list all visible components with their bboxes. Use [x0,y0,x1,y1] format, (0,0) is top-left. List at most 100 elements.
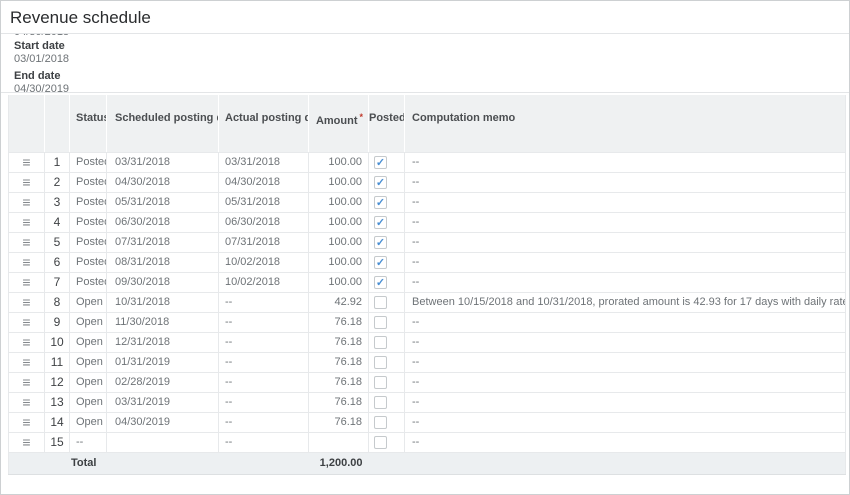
start-date-label: Start date [14,40,849,52]
drag-handle-icon[interactable]: ≡ [22,295,30,309]
drag-handle-icon[interactable]: ≡ [22,275,30,289]
scheduled-date-cell: 04/30/2018 [107,172,219,192]
drag-handle-icon[interactable]: ≡ [22,435,30,449]
posted-checkbox-unchecked[interactable] [374,316,387,329]
posted-checkbox-unchecked[interactable] [374,376,387,389]
amount-cell: 100.00 [309,272,369,292]
actual-date-cell: 04/30/2018 [219,172,309,192]
posted-cell: ✓ [369,152,405,172]
scheduled-date-cell: 08/31/2018 [107,252,219,272]
status-cell: Posted [70,212,107,232]
drag-cell: ≡ [9,272,45,292]
column-header-actual: Actual posting date [219,95,309,152]
line-number-cell: 1 [45,152,70,172]
status-cell: Open [70,352,107,372]
drag-handle-icon[interactable]: ≡ [22,215,30,229]
amount-cell: 76.18 [309,332,369,352]
posted-checkbox-checked[interactable]: ✓ [374,236,387,249]
column-header-scheduled: Scheduled posting date [107,95,219,152]
table-row: ≡5Posted07/31/201807/31/2018100.00✓-- [9,232,846,252]
posted-checkbox-checked[interactable]: ✓ [374,176,387,189]
posted-cell [369,352,405,372]
drag-handle-icon[interactable]: ≡ [22,415,30,429]
scheduled-date-cell: 11/30/2018 [107,312,219,332]
drag-handle-icon[interactable]: ≡ [22,235,30,249]
computation-memo-cell: -- [405,372,846,392]
drag-handle-icon[interactable]: ≡ [22,195,30,209]
posted-cell: ✓ [369,192,405,212]
title-bar: Revenue schedule [1,1,849,34]
amount-cell: 76.18 [309,392,369,412]
drag-handle-icon[interactable]: ≡ [22,335,30,349]
drag-cell: ≡ [9,352,45,372]
scheduled-date-cell: 09/30/2018 [107,272,219,292]
status-cell: Open [70,292,107,312]
posted-checkbox-unchecked[interactable] [374,296,387,309]
posted-checkbox-unchecked[interactable] [374,416,387,429]
drag-handle-icon[interactable]: ≡ [22,155,30,169]
table-row: ≡9Open11/30/2018--76.18-- [9,312,846,332]
amount-cell: 100.00 [309,212,369,232]
posted-cell: ✓ [369,252,405,272]
drag-handle-icon[interactable]: ≡ [22,255,30,269]
posted-checkbox-unchecked[interactable] [374,396,387,409]
scheduled-date-cell: 02/28/2019 [107,372,219,392]
required-asterisk: * [359,112,363,122]
column-header-memo: Computation memo [405,95,846,152]
table-row: ≡2Posted04/30/201804/30/2018100.00✓-- [9,172,846,192]
table-row: ≡4Posted06/30/201806/30/2018100.00✓-- [9,212,846,232]
actual-date-cell: -- [219,352,309,372]
amount-cell: 76.18 [309,372,369,392]
line-number-cell: 5 [45,232,70,252]
posted-checkbox-checked[interactable]: ✓ [374,156,387,169]
drag-cell: ≡ [9,152,45,172]
field-end-date: End date 04/30/2019 [14,70,849,93]
scheduled-date-cell: 04/30/2019 [107,412,219,432]
computation-memo-cell: -- [405,332,846,352]
computation-memo-cell: -- [405,272,846,292]
posted-checkbox-checked[interactable]: ✓ [374,256,387,269]
actual-date-cell: 03/31/2018 [219,152,309,172]
amount-cell: 100.00 [309,232,369,252]
posted-checkbox-unchecked[interactable] [374,336,387,349]
actual-date-cell: -- [219,432,309,452]
table-row: ≡13Open03/31/2019--76.18-- [9,392,846,412]
table-row: ≡12Open02/28/2019--76.18-- [9,372,846,392]
status-cell: Posted [70,272,107,292]
computation-memo-cell: -- [405,152,846,172]
posted-cell: ✓ [369,212,405,232]
clipped-field-value: 04/30/2018 [14,34,849,38]
drag-handle-icon[interactable]: ≡ [22,375,30,389]
drag-cell: ≡ [9,252,45,272]
amount-cell: 100.00 [309,152,369,172]
drag-handle-icon[interactable]: ≡ [22,175,30,189]
posted-checkbox-checked[interactable]: ✓ [374,216,387,229]
computation-memo-cell: -- [405,432,846,452]
drag-handle-icon[interactable]: ≡ [22,315,30,329]
column-header-amount: Amount* [309,95,369,152]
posted-checkbox-unchecked[interactable] [374,436,387,449]
line-number-cell: 4 [45,212,70,232]
drag-cell: ≡ [9,232,45,252]
drag-handle-icon[interactable]: ≡ [22,355,30,369]
table-row: ≡14Open04/30/2019--76.18-- [9,412,846,432]
computation-memo-cell: -- [405,352,846,372]
posted-checkbox-checked[interactable]: ✓ [374,196,387,209]
amount-cell: 76.18 [309,412,369,432]
status-cell: Open [70,412,107,432]
line-number-cell: 12 [45,372,70,392]
posted-checkbox-checked[interactable]: ✓ [374,276,387,289]
clipped-field: 04/30/2018 [14,34,849,39]
actual-date-cell: 10/02/2018 [219,252,309,272]
drag-cell: ≡ [9,372,45,392]
posted-checkbox-unchecked[interactable] [374,356,387,369]
actual-date-cell: 07/31/2018 [219,232,309,252]
posted-cell [369,372,405,392]
computation-memo-cell: -- [405,192,846,212]
status-cell: Open [70,372,107,392]
amount-cell: 100.00 [309,192,369,212]
actual-date-cell: -- [219,332,309,352]
actual-date-cell: -- [219,392,309,412]
table-row: ≡15------ [9,432,846,452]
drag-handle-icon[interactable]: ≡ [22,395,30,409]
